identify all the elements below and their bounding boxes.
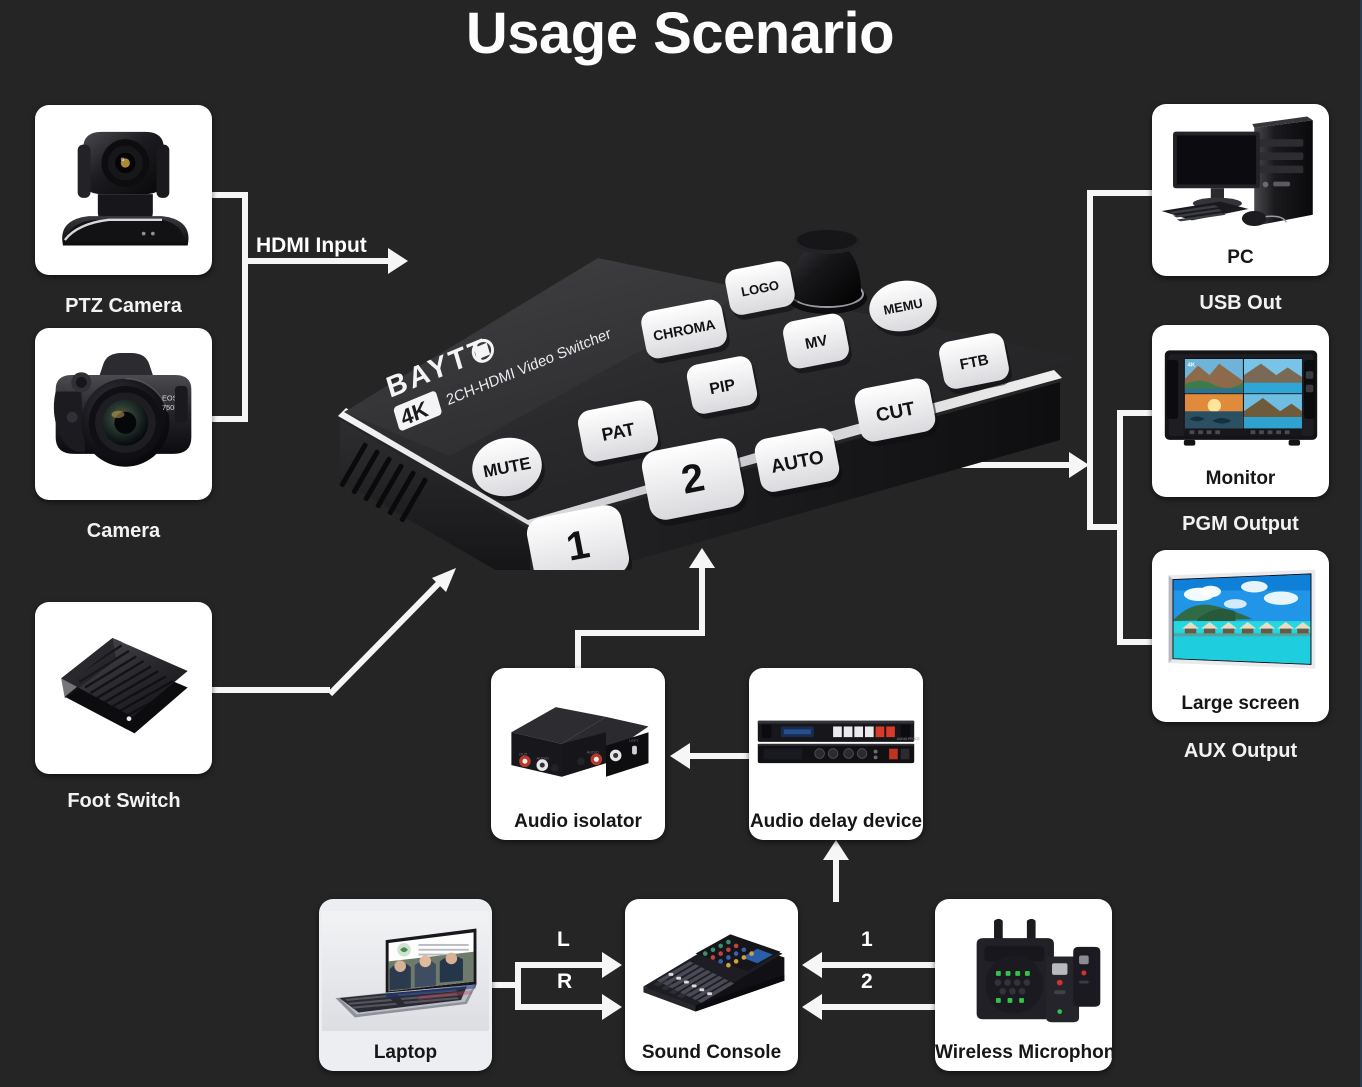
node-camera[interactable]: EOS 750D — [35, 328, 212, 500]
wire-label-mic2: 2 — [861, 970, 873, 993]
wire-delay-to-isolator — [690, 753, 750, 759]
node-audio-isolator[interactable]: OUT AUDIO AUDIO LEFT Audio isolator — [491, 668, 665, 840]
node-large-screen-label: Large screen — [1181, 693, 1300, 714]
node-video-switcher[interactable]: BAYTT 4K 2CH-HDMI Video Switcher LOGO ME… — [330, 120, 1090, 570]
wire-laptop-L — [515, 962, 605, 968]
node-sound-console-label: Sound Console — [641, 1042, 782, 1063]
node-ptz-camera[interactable] — [35, 105, 212, 275]
foot-switch-icon — [35, 602, 212, 774]
wire-label-right: R — [557, 970, 573, 993]
wire-to-switcher-up — [699, 566, 705, 634]
svg-text:AUDIO PROCESSOR: AUDIO PROCESSOR — [897, 737, 920, 741]
arrowhead-mic-1 — [802, 952, 822, 978]
ptz-camera-icon — [35, 105, 212, 275]
caption-usb-out: USB Out — [1199, 292, 1282, 314]
caption-camera: Camera — [86, 520, 161, 542]
wire-console-to-delay — [833, 858, 839, 902]
wire-trunk-link — [1087, 524, 1123, 530]
node-audio-delay[interactable]: AUDIO PROCESSOR Audio delay device — [749, 668, 923, 840]
arrowhead-mic-2 — [802, 994, 822, 1020]
svg-text:LEFT: LEFT — [629, 738, 639, 742]
node-pc[interactable]: PC — [1152, 104, 1329, 276]
arrowhead-laptop-L — [602, 952, 622, 978]
wire-label-hdmi-input: HDMI Input — [256, 234, 367, 257]
wire-laptop-R — [515, 1004, 605, 1010]
rack-unit-icon: AUDIO PROCESSOR — [749, 668, 923, 811]
wire-footswitch-diagonal — [327, 568, 456, 697]
wire-isolator-right — [575, 630, 705, 636]
node-monitor[interactable]: 4K Monitor — [1152, 325, 1329, 497]
wire-label-left: L — [557, 928, 570, 951]
wire-branch-pc — [1087, 190, 1157, 196]
wire-footswitch-out — [212, 687, 330, 693]
node-large-screen[interactable]: Large screen — [1152, 550, 1329, 722]
dslr-camera-icon: EOS 750D — [35, 328, 212, 500]
arrowhead-delay-to-isolator — [670, 743, 690, 769]
wire-camera-out — [212, 416, 248, 422]
mixing-console-icon — [625, 899, 798, 1042]
wireless-microphone-icon — [935, 899, 1112, 1042]
laptop-icon — [319, 899, 492, 1042]
node-sound-console[interactable]: Sound Console — [625, 899, 798, 1071]
audio-isolator-icon: OUT AUDIO AUDIO LEFT — [491, 668, 665, 811]
switcher-knob-icon — [787, 230, 867, 314]
svg-text:AUDIO: AUDIO — [536, 756, 548, 760]
caption-ptz-camera: PTZ Camera — [65, 295, 182, 317]
node-audio-delay-label: Audio delay device — [749, 811, 923, 832]
node-pc-label: PC — [1227, 247, 1254, 268]
arrowhead-console-to-delay — [823, 840, 849, 860]
wire-label-mic1: 1 — [861, 928, 873, 951]
large-screen-icon — [1152, 550, 1329, 693]
svg-text:4K: 4K — [1187, 362, 1195, 368]
caption-pgm-output: PGM Output — [1182, 513, 1299, 535]
wire-laptop-split — [515, 962, 521, 1010]
node-foot-switch[interactable] — [35, 602, 212, 774]
video-switcher-icon: BAYTT 4K 2CH-HDMI Video Switcher LOGO ME… — [338, 230, 1078, 570]
node-laptop[interactable]: Laptop — [319, 899, 492, 1071]
wire-ptz-down — [242, 192, 248, 422]
desktop-pc-icon — [1152, 104, 1329, 247]
broadcast-monitor-icon: 4K — [1152, 325, 1329, 468]
wire-isolator-up — [575, 630, 581, 672]
node-wireless-mic-label: Wireless Microphone — [935, 1042, 1112, 1063]
node-audio-isolator-label: Audio isolator — [514, 811, 642, 832]
diagram-canvas: Usage Scenario PTZ Camera EOS 750D Camer… — [0, 0, 1362, 1087]
node-wireless-mic[interactable]: Wireless Microphone — [935, 899, 1112, 1071]
arrowhead-laptop-R — [602, 994, 622, 1020]
node-monitor-label: Monitor — [1205, 468, 1276, 489]
node-laptop-label: Laptop — [373, 1042, 438, 1063]
svg-text:OUT: OUT — [519, 752, 528, 756]
caption-aux-output: AUX Output — [1183, 740, 1298, 762]
wire-mic-1 — [822, 962, 935, 968]
svg-text:AUDIO: AUDIO — [587, 750, 599, 754]
caption-foot-switch: Foot Switch — [67, 790, 181, 812]
page-title: Usage Scenario — [465, 1, 895, 66]
wire-mic-2 — [822, 1004, 935, 1010]
